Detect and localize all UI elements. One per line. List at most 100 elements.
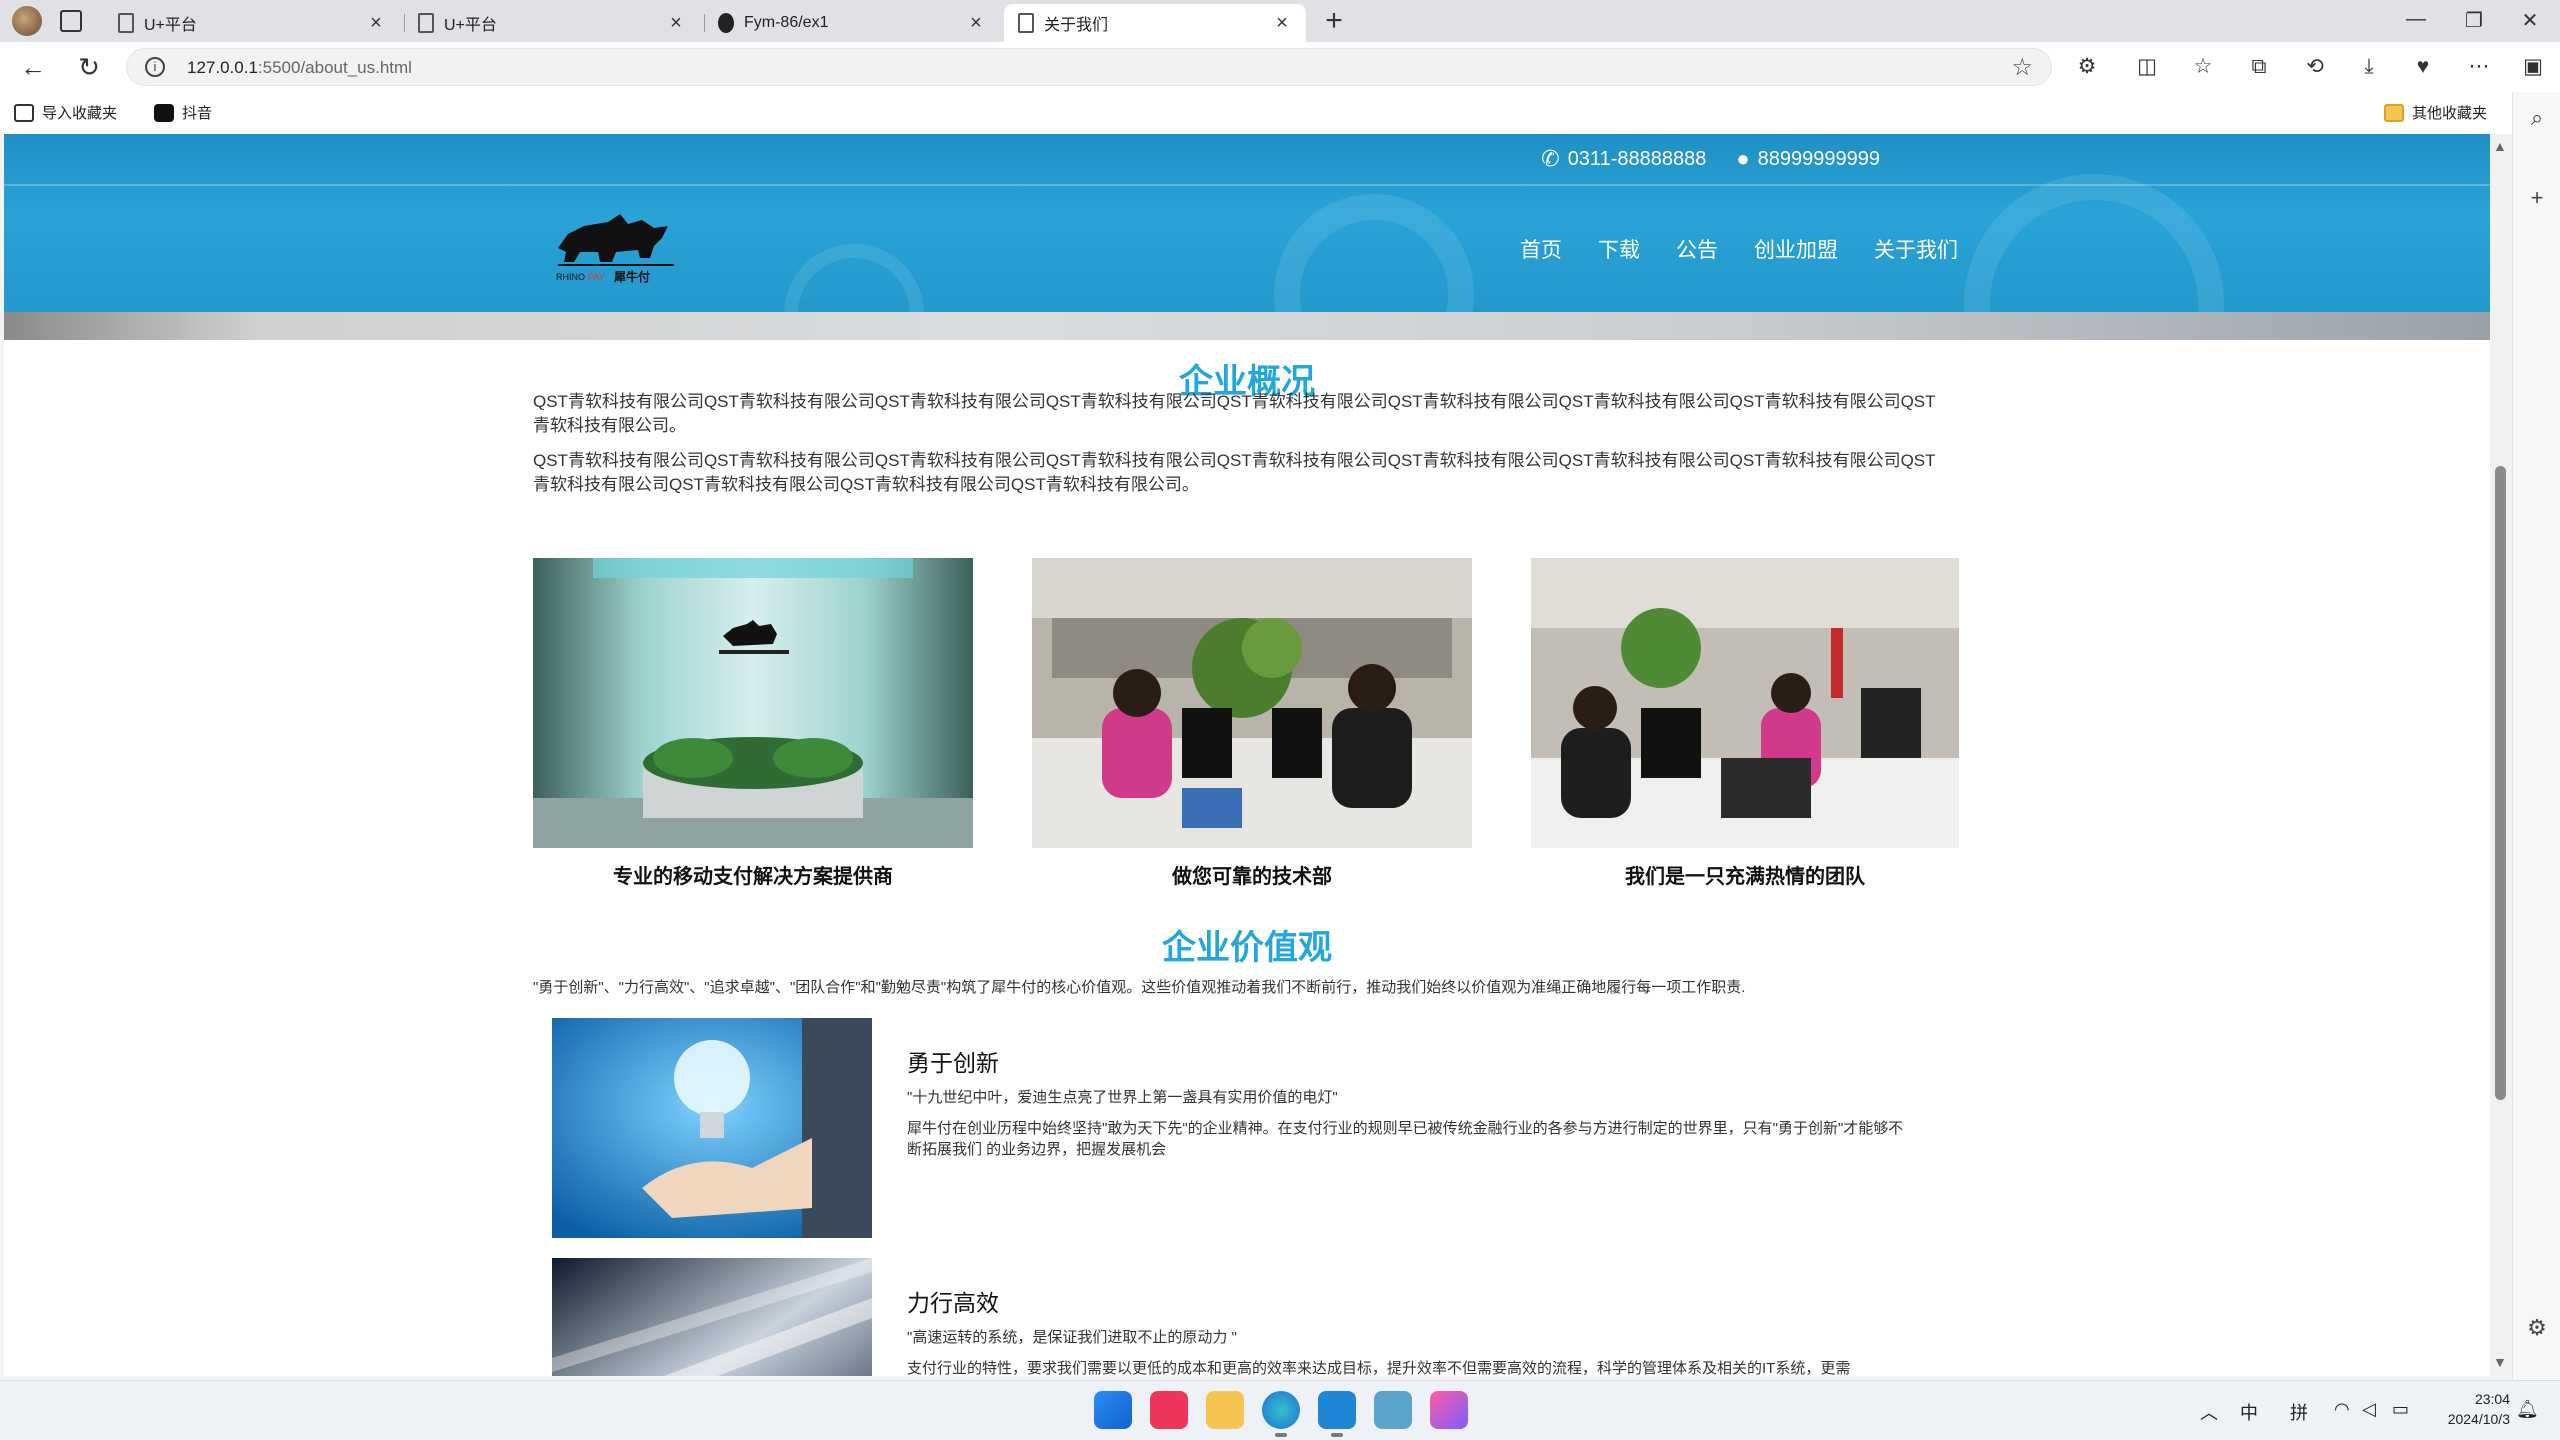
nav-home[interactable]: 首页 (1520, 234, 1562, 264)
close-icon[interactable]: × (366, 12, 386, 35)
photo-reception (533, 558, 973, 848)
restore-button[interactable]: ❐ (2454, 8, 2494, 33)
collections-icon[interactable]: ⧉ (2246, 54, 2272, 80)
file-explorer-icon[interactable] (1206, 1391, 1244, 1429)
ime-mode[interactable]: 拼 (2290, 1399, 2308, 1425)
scroll-thumb[interactable] (2495, 466, 2506, 1100)
tab-label: Fym-86/ex1 (744, 14, 829, 31)
overview-paragraph-1: QST青软科技有限公司QST青软科技有限公司QST青软科技有限公司QST青软科技… (533, 392, 1936, 435)
site-header: ✆ 0311-88888888 ● 88999999999 RHINO PAY … (4, 134, 2490, 312)
photo-tech-office (1032, 558, 1472, 848)
wifi-icon[interactable]: ◠ (2334, 1399, 2350, 1420)
values-intro: "勇于创新"、"力行高效"、"追求卓越"、"团队合作"和"勤勉尽责"构筑了犀牛付… (533, 979, 1746, 996)
url-text: 127.0.0.1:5500/about_us.html (187, 58, 412, 77)
value-image-efficiency (552, 1258, 872, 1376)
bookmark-other-folder[interactable]: 其他收藏夹 (2384, 102, 2487, 123)
value-desc-1: 犀牛付在创业历程中始终坚持"敢为天下先"的企业精神。在支付行业的规则早已被传统金… (907, 1120, 1904, 1158)
phone-icon: ✆ (1541, 146, 1560, 171)
start-windows-icon[interactable] (1094, 1391, 1132, 1429)
site-nav: 首页 下载 公告 创业加盟 关于我们 (1520, 234, 1994, 264)
nav-franchise[interactable]: 创业加盟 (1754, 234, 1838, 264)
music-app-icon[interactable] (1150, 1391, 1188, 1429)
qq-penguin-icon: ● (1736, 146, 1750, 171)
svg-text:PAY: PAY (588, 272, 605, 282)
svg-text:犀牛付: 犀牛付 (614, 269, 650, 284)
tab-label: U+平台 (144, 17, 197, 34)
photo-team (1531, 558, 1959, 848)
value-quote-1: "十九世纪中叶，爱迪生点亮了世界上第一盏具有实用价值的电灯" (907, 1089, 1338, 1106)
bookmark-douyin[interactable]: 抖音 (154, 102, 212, 123)
refresh-button[interactable]: ↻ (72, 52, 106, 82)
scroll-up-arrow-icon[interactable]: ▲ (2493, 138, 2507, 154)
minimize-button[interactable]: — (2396, 8, 2436, 31)
overview-paragraph-2: QST青软科技有限公司QST青软科技有限公司QST青软科技有限公司QST青软科技… (533, 451, 1936, 494)
ime-language[interactable]: 中 (2240, 1399, 2258, 1425)
photo-caption-1: 专业的移动支付解决方案提供商 (613, 866, 893, 888)
value-title-2: 力行高效 (907, 1290, 999, 1316)
favorite-star-icon[interactable]: ☆ (2011, 53, 2033, 82)
nav-announcement[interactable]: 公告 (1676, 234, 1718, 264)
notification-bell-icon[interactable]: 🔔︎ (2516, 1399, 2539, 1420)
battery-icon[interactable]: ▭ (2392, 1399, 2409, 1420)
volume-icon[interactable]: ◁ (2362, 1399, 2376, 1420)
site-info-icon[interactable]: i (145, 57, 165, 77)
tab-actions-icon[interactable] (60, 10, 82, 32)
banner-image-strip (4, 312, 2490, 340)
values-title: 企业价值观 (1162, 929, 1332, 967)
clock-time: 23:04 (2474, 1391, 2510, 1407)
page-viewport: ✆ 0311-88888888 ● 88999999999 RHINO PAY … (4, 134, 2490, 1376)
vscode-icon[interactable] (1318, 1391, 1356, 1437)
rhinopay-logo[interactable]: RHINO PAY 犀牛付 (550, 204, 680, 284)
split-screen-icon[interactable]: ◫ (2134, 54, 2160, 80)
qq-contact: ● 88999999999 (1736, 146, 1880, 171)
close-window-button[interactable]: ✕ (2510, 8, 2550, 33)
search-icon[interactable]: ⌕ (2525, 106, 2549, 130)
new-tab-button[interactable]: + (1318, 4, 1350, 38)
profile-avatar[interactable] (12, 6, 42, 36)
close-icon[interactable]: × (966, 12, 986, 35)
favorites-icon[interactable]: ☆ (2190, 54, 2216, 80)
browser-tab-3[interactable]: Fym-86/ex1 × (704, 4, 1000, 42)
douyin-icon (154, 103, 174, 122)
clock-date: 2024/10/3 (2447, 1411, 2510, 1427)
close-icon[interactable]: × (1272, 12, 1292, 35)
value-quote-2: "高速运转的系统，是保证我们进取不止的原动力 " (907, 1329, 1237, 1346)
tab-label: U+平台 (444, 17, 497, 34)
folder-icon (2384, 103, 2404, 122)
sidebar-toggle-icon[interactable]: ▣ (2520, 54, 2546, 80)
add-icon[interactable]: + (2525, 186, 2549, 210)
settings-gear-icon[interactable]: ⚙ (2525, 1316, 2549, 1340)
extensions-icon[interactable]: ⚙ (2074, 54, 2100, 80)
history-icon[interactable]: ⟲ (2302, 54, 2328, 80)
value-title-1: 勇于创新 (907, 1050, 999, 1076)
browser-essentials-icon[interactable]: ♥ (2410, 54, 2436, 80)
bookmark-import[interactable]: 导入收藏夹 (14, 102, 117, 123)
browser-tab-4-active[interactable]: 关于我们 × (1004, 4, 1306, 42)
edge-browser-icon[interactable] (1262, 1391, 1300, 1437)
close-icon[interactable]: × (666, 12, 686, 35)
browser-tab-1[interactable]: U+平台 × (104, 4, 400, 42)
app-icon-6[interactable] (1374, 1391, 1412, 1429)
photo-caption-2: 做您可靠的技术部 (1172, 866, 1332, 888)
download-icon[interactable]: ⤓ (2356, 54, 2382, 80)
value-image-innovation (552, 1018, 872, 1238)
nav-about-us[interactable]: 关于我们 (1874, 234, 1958, 264)
address-bar[interactable]: i 127.0.0.1:5500/about_us.html ☆ (126, 48, 2052, 86)
nav-download[interactable]: 下载 (1598, 234, 1640, 264)
edge-sidebar: ⌕ + ⚙ (2512, 92, 2560, 1380)
page-icon (418, 13, 434, 33)
windows-taskbar: ︿ 中 拼 ◠ ◁ ▭ 23:04 2024/10/3 🔔︎ (0, 1380, 2560, 1440)
back-button[interactable]: ← (16, 52, 50, 82)
photo-caption-3: 我们是一只充满热情的团队 (1625, 866, 1865, 888)
page-scrollbar[interactable]: ▲ ▼ (2490, 134, 2512, 1376)
browser-tab-2[interactable]: U+平台 × (404, 4, 700, 42)
page-icon (118, 13, 134, 33)
scroll-down-arrow-icon[interactable]: ▼ (2493, 1354, 2507, 1370)
phone-contact: ✆ 0311-88888888 (1541, 146, 1707, 171)
system-clock[interactable]: 23:04 2024/10/3 (2448, 1389, 2510, 1429)
app-icon-7[interactable] (1430, 1391, 1468, 1429)
tab-label: 关于我们 (1044, 17, 1109, 34)
more-menu-icon[interactable]: ⋯ (2466, 54, 2492, 80)
tray-overflow-icon[interactable]: ︿ (2200, 1399, 2218, 1425)
bookmarks-bar: 导入收藏夹 抖音 其他收藏夹 (0, 92, 2560, 134)
